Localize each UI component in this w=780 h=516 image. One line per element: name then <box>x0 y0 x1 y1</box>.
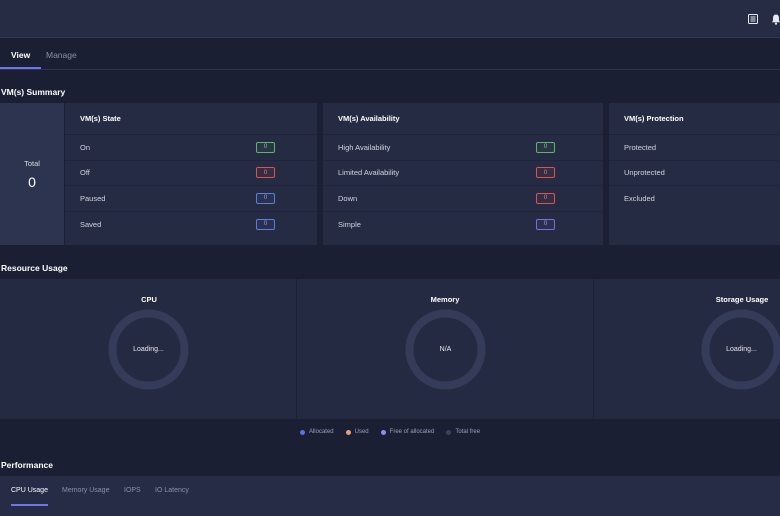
total-label: Total <box>24 158 40 168</box>
legend-label: Used <box>354 429 369 435</box>
resource-usage-title: Resource Usage <box>1 263 68 273</box>
storage-status: Loading... <box>726 346 757 353</box>
list-icon[interactable] <box>746 12 760 26</box>
used-dot-icon <box>345 429 351 435</box>
row-label: High Availability <box>338 142 391 152</box>
vm-availability-card: VM(s) Availability High Availability 0 L… <box>323 103 603 245</box>
availability-limited-count-badge: 0 <box>536 167 555 179</box>
tab-io-latency[interactable]: IO Latency <box>155 487 189 504</box>
top-bar <box>0 0 780 38</box>
performance-title: Performance <box>1 460 53 470</box>
vm-availability-title: VM(s) Availability <box>323 103 603 135</box>
state-saved-count-badge: 0 <box>256 218 275 230</box>
state-row-off[interactable]: Off 0 <box>65 161 317 186</box>
memory-title: Memory <box>430 295 460 304</box>
resource-legend: Allocated Used Free of allocated Total f… <box>0 424 780 440</box>
state-row-paused[interactable]: Paused 0 <box>65 186 317 212</box>
memory-panel: Memory N/A <box>297 279 594 419</box>
protection-row-excluded[interactable]: Excluded <box>609 186 780 212</box>
total-card: Total 0 <box>0 103 64 245</box>
free-of-allocated-dot-icon <box>380 429 386 435</box>
total-free-dot-icon <box>446 429 452 435</box>
tab-memory-usage[interactable]: Memory Usage <box>62 487 109 504</box>
tab-view[interactable]: View <box>0 50 42 69</box>
protection-row-protected[interactable]: Protected <box>609 135 780 161</box>
row-label: On <box>80 142 91 152</box>
storage-donut: Loading... <box>701 309 780 390</box>
main-tabs: View Manage <box>0 50 780 70</box>
availability-high-count-badge: 0 <box>536 141 555 153</box>
cpu-title: CPU <box>141 295 157 304</box>
allocated-dot-icon <box>299 429 305 435</box>
vm-summary-title: VM(s) Summary <box>1 87 66 97</box>
storage-panel: Storage Usage Loading... <box>594 279 780 419</box>
vm-state-title: VM(s) State <box>65 103 317 135</box>
performance-tabs: CPU Usage Memory Usage IOPS IO Latency <box>0 476 780 516</box>
legend-label: Allocated <box>308 429 334 435</box>
state-row-on[interactable]: On 0 <box>65 135 317 161</box>
availability-down-count-badge: 0 <box>536 192 555 204</box>
legend-label: Total free <box>455 429 481 435</box>
vm-state-card: VM(s) State On 0 Off 0 Paused 0 Saved 0 <box>65 103 317 245</box>
tab-iops[interactable]: IOPS <box>124 487 141 504</box>
state-paused-count-badge: 0 <box>256 192 275 204</box>
cpu-status: Loading... <box>133 346 164 353</box>
memory-donut: N/A <box>405 309 486 390</box>
state-on-count-badge: 0 <box>256 141 275 153</box>
row-label: Off <box>80 168 90 178</box>
availability-row-limited[interactable]: Limited Availability 0 <box>323 161 603 186</box>
cpu-donut: Loading... <box>108 309 189 390</box>
row-label: Saved <box>80 219 102 229</box>
resource-usage-panel: CPU Loading... Memory N/A Storage Usage … <box>0 279 780 419</box>
row-label: Limited Availability <box>338 168 400 178</box>
row-label: Excluded <box>624 194 655 204</box>
legend-allocated[interactable]: Allocated <box>299 429 334 435</box>
memory-status: N/A <box>439 346 452 353</box>
legend-used[interactable]: Used <box>345 429 369 435</box>
vm-protection-card: VM(s) Protection Protected Unprotected E… <box>609 103 780 245</box>
availability-row-down[interactable]: Down 0 <box>323 186 603 212</box>
legend-label: Free of allocated <box>389 429 435 435</box>
state-row-saved[interactable]: Saved 0 <box>65 212 317 238</box>
row-label: Paused <box>80 193 106 203</box>
legend-total-free[interactable]: Total free <box>446 429 480 435</box>
vm-protection-title: VM(s) Protection <box>609 103 780 135</box>
cpu-panel: CPU Loading... <box>0 279 297 419</box>
row-label: Unprotected <box>624 168 665 178</box>
storage-title: Storage Usage <box>715 295 769 304</box>
row-label: Simple <box>338 219 361 229</box>
availability-row-simple[interactable]: Simple 0 <box>323 212 603 238</box>
availability-simple-count-badge: 0 <box>536 218 555 230</box>
row-label: Down <box>338 193 358 203</box>
state-off-count-badge: 0 <box>256 167 275 179</box>
tab-cpu-usage[interactable]: CPU Usage <box>11 487 48 506</box>
tab-manage[interactable]: Manage <box>46 50 77 67</box>
total-value: 0 <box>28 173 36 190</box>
bell-icon[interactable] <box>769 12 780 26</box>
legend-free-of-allocated[interactable]: Free of allocated <box>380 429 435 435</box>
row-label: Protected <box>624 142 657 152</box>
protection-row-unprotected[interactable]: Unprotected <box>609 161 780 186</box>
availability-row-high[interactable]: High Availability 0 <box>323 135 603 161</box>
